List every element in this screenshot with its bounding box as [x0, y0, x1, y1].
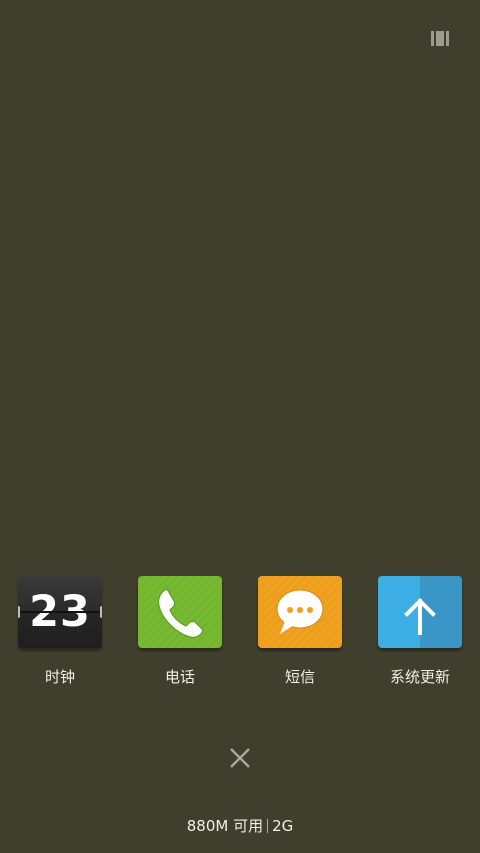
app-phone[interactable]: 电话 [138, 576, 222, 687]
sms-app-tile[interactable] [258, 576, 342, 648]
multi-window-icon-bar [436, 31, 444, 46]
memory-divider [267, 818, 269, 833]
arrow-up-icon [404, 598, 436, 635]
phone-icon [157, 588, 204, 639]
app-label-update: 系统更新 [389, 668, 450, 686]
clock-knob-left [18, 606, 20, 618]
app-label-clock: 时钟 [44, 668, 75, 686]
flip-clock-icon[interactable]: 23 [18, 576, 102, 648]
clock-knob-right [100, 606, 102, 618]
memory-available: 880M 可用 [186, 817, 264, 835]
multi-window-icon-bar [446, 31, 449, 46]
app-clock[interactable]: 23 时钟 [18, 576, 102, 687]
multi-window-icon[interactable] [431, 31, 451, 46]
memory-total: 2G [272, 816, 294, 835]
phone-app-tile[interactable] [138, 576, 222, 648]
close-icon-glyph [230, 748, 250, 768]
app-label-sms: 短信 [284, 668, 315, 686]
clock-hinge [18, 611, 102, 613]
update-app-tile[interactable] [378, 576, 462, 648]
multi-window-icon-bar [431, 31, 434, 46]
memory-status: 880M 可用 2G [0, 815, 480, 836]
app-label-phone: 电话 [164, 668, 195, 686]
app-update[interactable]: 系统更新 [378, 576, 462, 687]
message-bubble-icon [276, 589, 324, 634]
app-sms[interactable]: 短信 [258, 576, 342, 687]
close-icon[interactable] [229, 747, 251, 769]
